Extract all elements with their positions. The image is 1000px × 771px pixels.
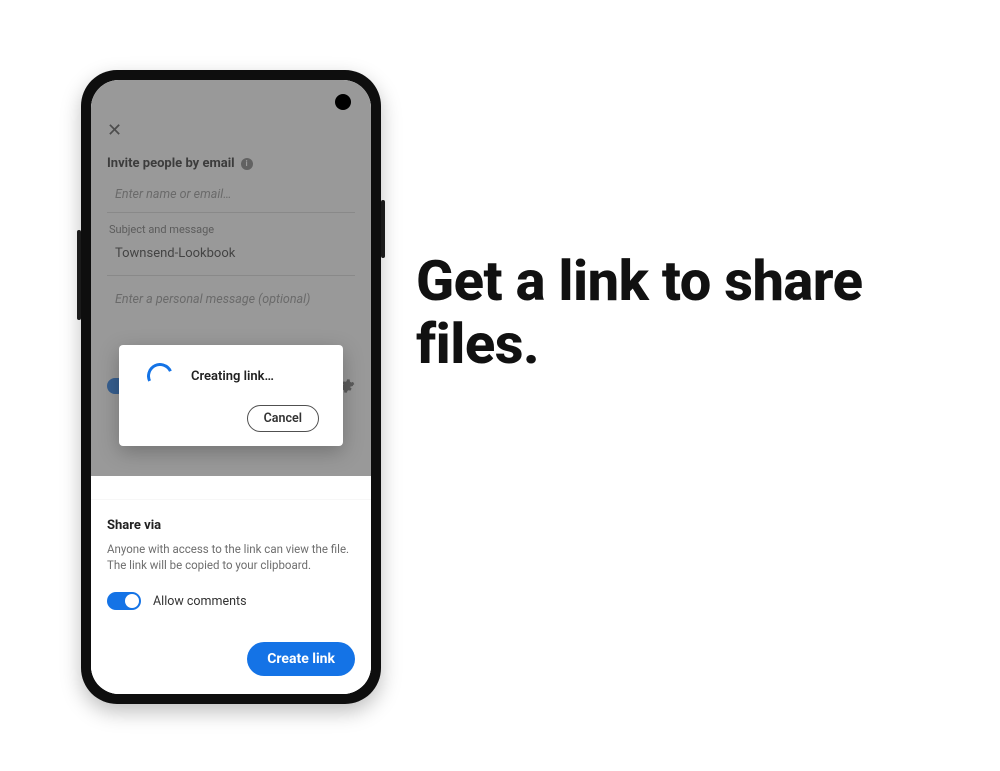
share-sheet: Share via Anyone with access to the link…: [91, 499, 371, 694]
marketing-headline: Get a link to share files.: [416, 250, 936, 375]
phone-screen: ✕ Invite people by email i Enter name or…: [91, 80, 371, 694]
camera-cutout: [335, 94, 351, 110]
share-sheet-title: Share via: [107, 518, 355, 533]
dialog-status-text: Creating link…: [191, 369, 274, 384]
allow-comments-toggle[interactable]: [107, 592, 141, 610]
phone-frame: ✕ Invite people by email i Enter name or…: [81, 70, 381, 704]
spinner-icon: [143, 359, 176, 392]
allow-comments-label: Allow comments: [153, 594, 247, 609]
creating-link-dialog: Creating link… Cancel: [119, 345, 343, 446]
cancel-button[interactable]: Cancel: [247, 405, 319, 432]
share-sheet-description: Anyone with access to the link can view …: [107, 541, 355, 574]
create-link-button[interactable]: Create link: [247, 642, 355, 676]
